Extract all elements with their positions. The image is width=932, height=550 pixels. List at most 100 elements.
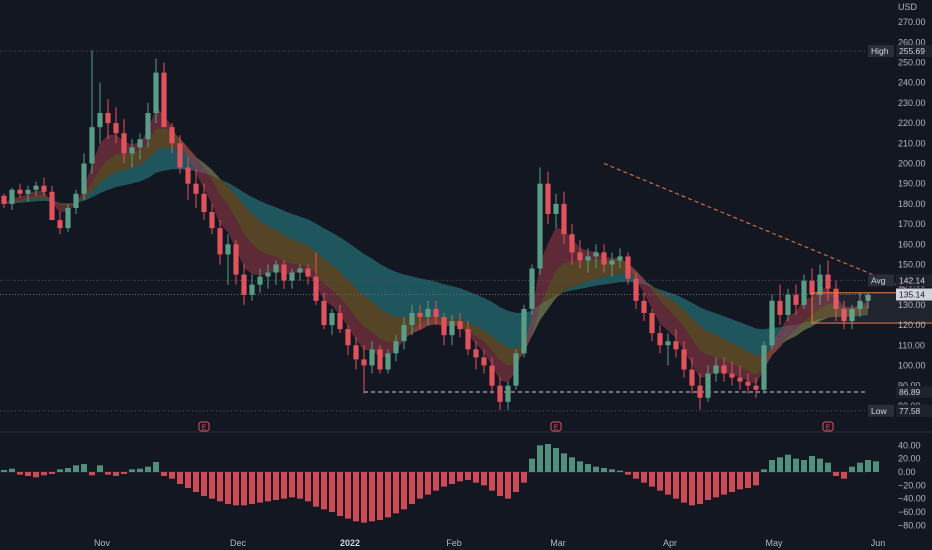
candle-body[interactable] xyxy=(49,191,55,221)
candle-body[interactable] xyxy=(57,220,63,229)
candle-body[interactable] xyxy=(129,147,135,154)
candle-body[interactable] xyxy=(817,274,823,295)
candle-body[interactable] xyxy=(489,365,495,386)
candle-body[interactable] xyxy=(265,272,271,277)
candle-body[interactable] xyxy=(33,185,39,190)
candle-body[interactable] xyxy=(753,385,759,390)
candle-body[interactable] xyxy=(385,353,391,370)
price-axis[interactable]: USD 80.0090.00100.00110.00120.00130.0014… xyxy=(898,2,926,411)
candle-body[interactable] xyxy=(441,317,447,336)
candle-body[interactable] xyxy=(377,349,383,370)
candle-body[interactable] xyxy=(713,365,719,374)
candle-body[interactable] xyxy=(641,300,647,313)
candle-body[interactable] xyxy=(545,183,551,214)
candle-body[interactable] xyxy=(577,252,583,261)
candle-body[interactable] xyxy=(17,189,23,194)
candle-body[interactable] xyxy=(369,349,375,366)
candle-body[interactable] xyxy=(313,276,319,301)
stock-chart[interactable]: EEE USD 80.0090.00100.00110.00120.00130.… xyxy=(0,0,932,550)
candle-body[interactable] xyxy=(345,329,351,346)
candle-body[interactable] xyxy=(569,234,575,253)
candle-body[interactable] xyxy=(721,365,727,374)
candle-body[interactable] xyxy=(121,133,127,154)
candle-body[interactable] xyxy=(289,272,295,281)
candle-body[interactable] xyxy=(41,185,47,192)
candle-body[interactable] xyxy=(673,341,679,350)
candle-body[interactable] xyxy=(761,345,767,390)
candle-body[interactable] xyxy=(361,359,367,366)
candle-body[interactable] xyxy=(593,252,599,257)
candle-body[interactable] xyxy=(681,349,687,370)
candle-body[interactable] xyxy=(337,312,343,330)
candle-body[interactable] xyxy=(25,189,31,194)
candle-body[interactable] xyxy=(113,123,119,134)
candle-body[interactable] xyxy=(617,256,623,261)
candle-body[interactable] xyxy=(737,377,743,382)
candle-body[interactable] xyxy=(329,312,335,326)
candle-body[interactable] xyxy=(193,183,199,194)
candle-body[interactable] xyxy=(473,349,479,358)
candle-body[interactable] xyxy=(161,72,167,128)
candle-body[interactable] xyxy=(353,345,359,360)
candle-body[interactable] xyxy=(745,381,751,386)
candle-body[interactable] xyxy=(457,321,463,330)
candle-body[interactable] xyxy=(657,333,663,346)
candle-body[interactable] xyxy=(465,329,471,350)
candle-body[interactable] xyxy=(169,127,175,144)
candle-body[interactable] xyxy=(153,72,159,114)
candle-body[interactable] xyxy=(777,300,783,315)
candle-body[interactable] xyxy=(409,312,415,326)
candle-body[interactable] xyxy=(769,300,775,346)
candle-body[interactable] xyxy=(81,163,87,194)
candle-body[interactable] xyxy=(201,193,207,212)
candle-body[interactable] xyxy=(505,385,511,402)
candle-body[interactable] xyxy=(665,341,671,346)
candle-body[interactable] xyxy=(705,373,711,398)
candle-body[interactable] xyxy=(65,207,71,229)
candle-body[interactable] xyxy=(177,143,183,168)
candle-body[interactable] xyxy=(73,193,79,208)
candle-body[interactable] xyxy=(257,276,263,285)
candle-body[interactable] xyxy=(417,312,423,317)
candle-body[interactable] xyxy=(633,278,639,301)
candle-body[interactable] xyxy=(785,294,791,315)
candle-body[interactable] xyxy=(145,113,151,140)
candle-body[interactable] xyxy=(273,264,279,273)
candle-body[interactable] xyxy=(305,268,311,277)
candle-body[interactable] xyxy=(209,211,215,229)
candle-body[interactable] xyxy=(601,252,607,265)
candle-body[interactable] xyxy=(425,308,431,317)
candle-body[interactable] xyxy=(537,183,543,269)
candle-body[interactable] xyxy=(609,260,615,265)
candle-body[interactable] xyxy=(281,264,287,281)
candle-body[interactable] xyxy=(697,385,703,398)
candle-body[interactable] xyxy=(225,244,231,255)
candle-body[interactable] xyxy=(105,113,111,124)
candle-body[interactable] xyxy=(401,325,407,342)
candle-body[interactable] xyxy=(9,189,15,204)
candle-body[interactable] xyxy=(521,308,527,354)
candle-body[interactable] xyxy=(249,284,255,295)
candle-body[interactable] xyxy=(497,385,503,402)
candle-body[interactable] xyxy=(89,127,95,164)
candle-body[interactable] xyxy=(561,203,567,235)
candle-body[interactable] xyxy=(321,300,327,326)
candle-body[interactable] xyxy=(433,308,439,317)
candle-body[interactable] xyxy=(729,373,735,378)
candle-body[interactable] xyxy=(801,280,807,305)
candle-body[interactable] xyxy=(297,268,303,273)
candle-body[interactable] xyxy=(585,256,591,261)
candle-body[interactable] xyxy=(793,294,799,305)
candle-body[interactable] xyxy=(449,321,455,336)
candle-body[interactable] xyxy=(649,312,655,334)
candle-body[interactable] xyxy=(513,353,519,386)
candle-body[interactable] xyxy=(625,256,631,279)
candle-body[interactable] xyxy=(689,369,695,386)
candle-body[interactable] xyxy=(185,167,191,184)
candle-body[interactable] xyxy=(137,139,143,148)
candle-body[interactable] xyxy=(217,228,223,255)
candle-body[interactable] xyxy=(233,244,239,275)
candle-body[interactable] xyxy=(481,357,487,366)
candle-body[interactable] xyxy=(1,195,7,204)
candle-body[interactable] xyxy=(97,113,103,128)
